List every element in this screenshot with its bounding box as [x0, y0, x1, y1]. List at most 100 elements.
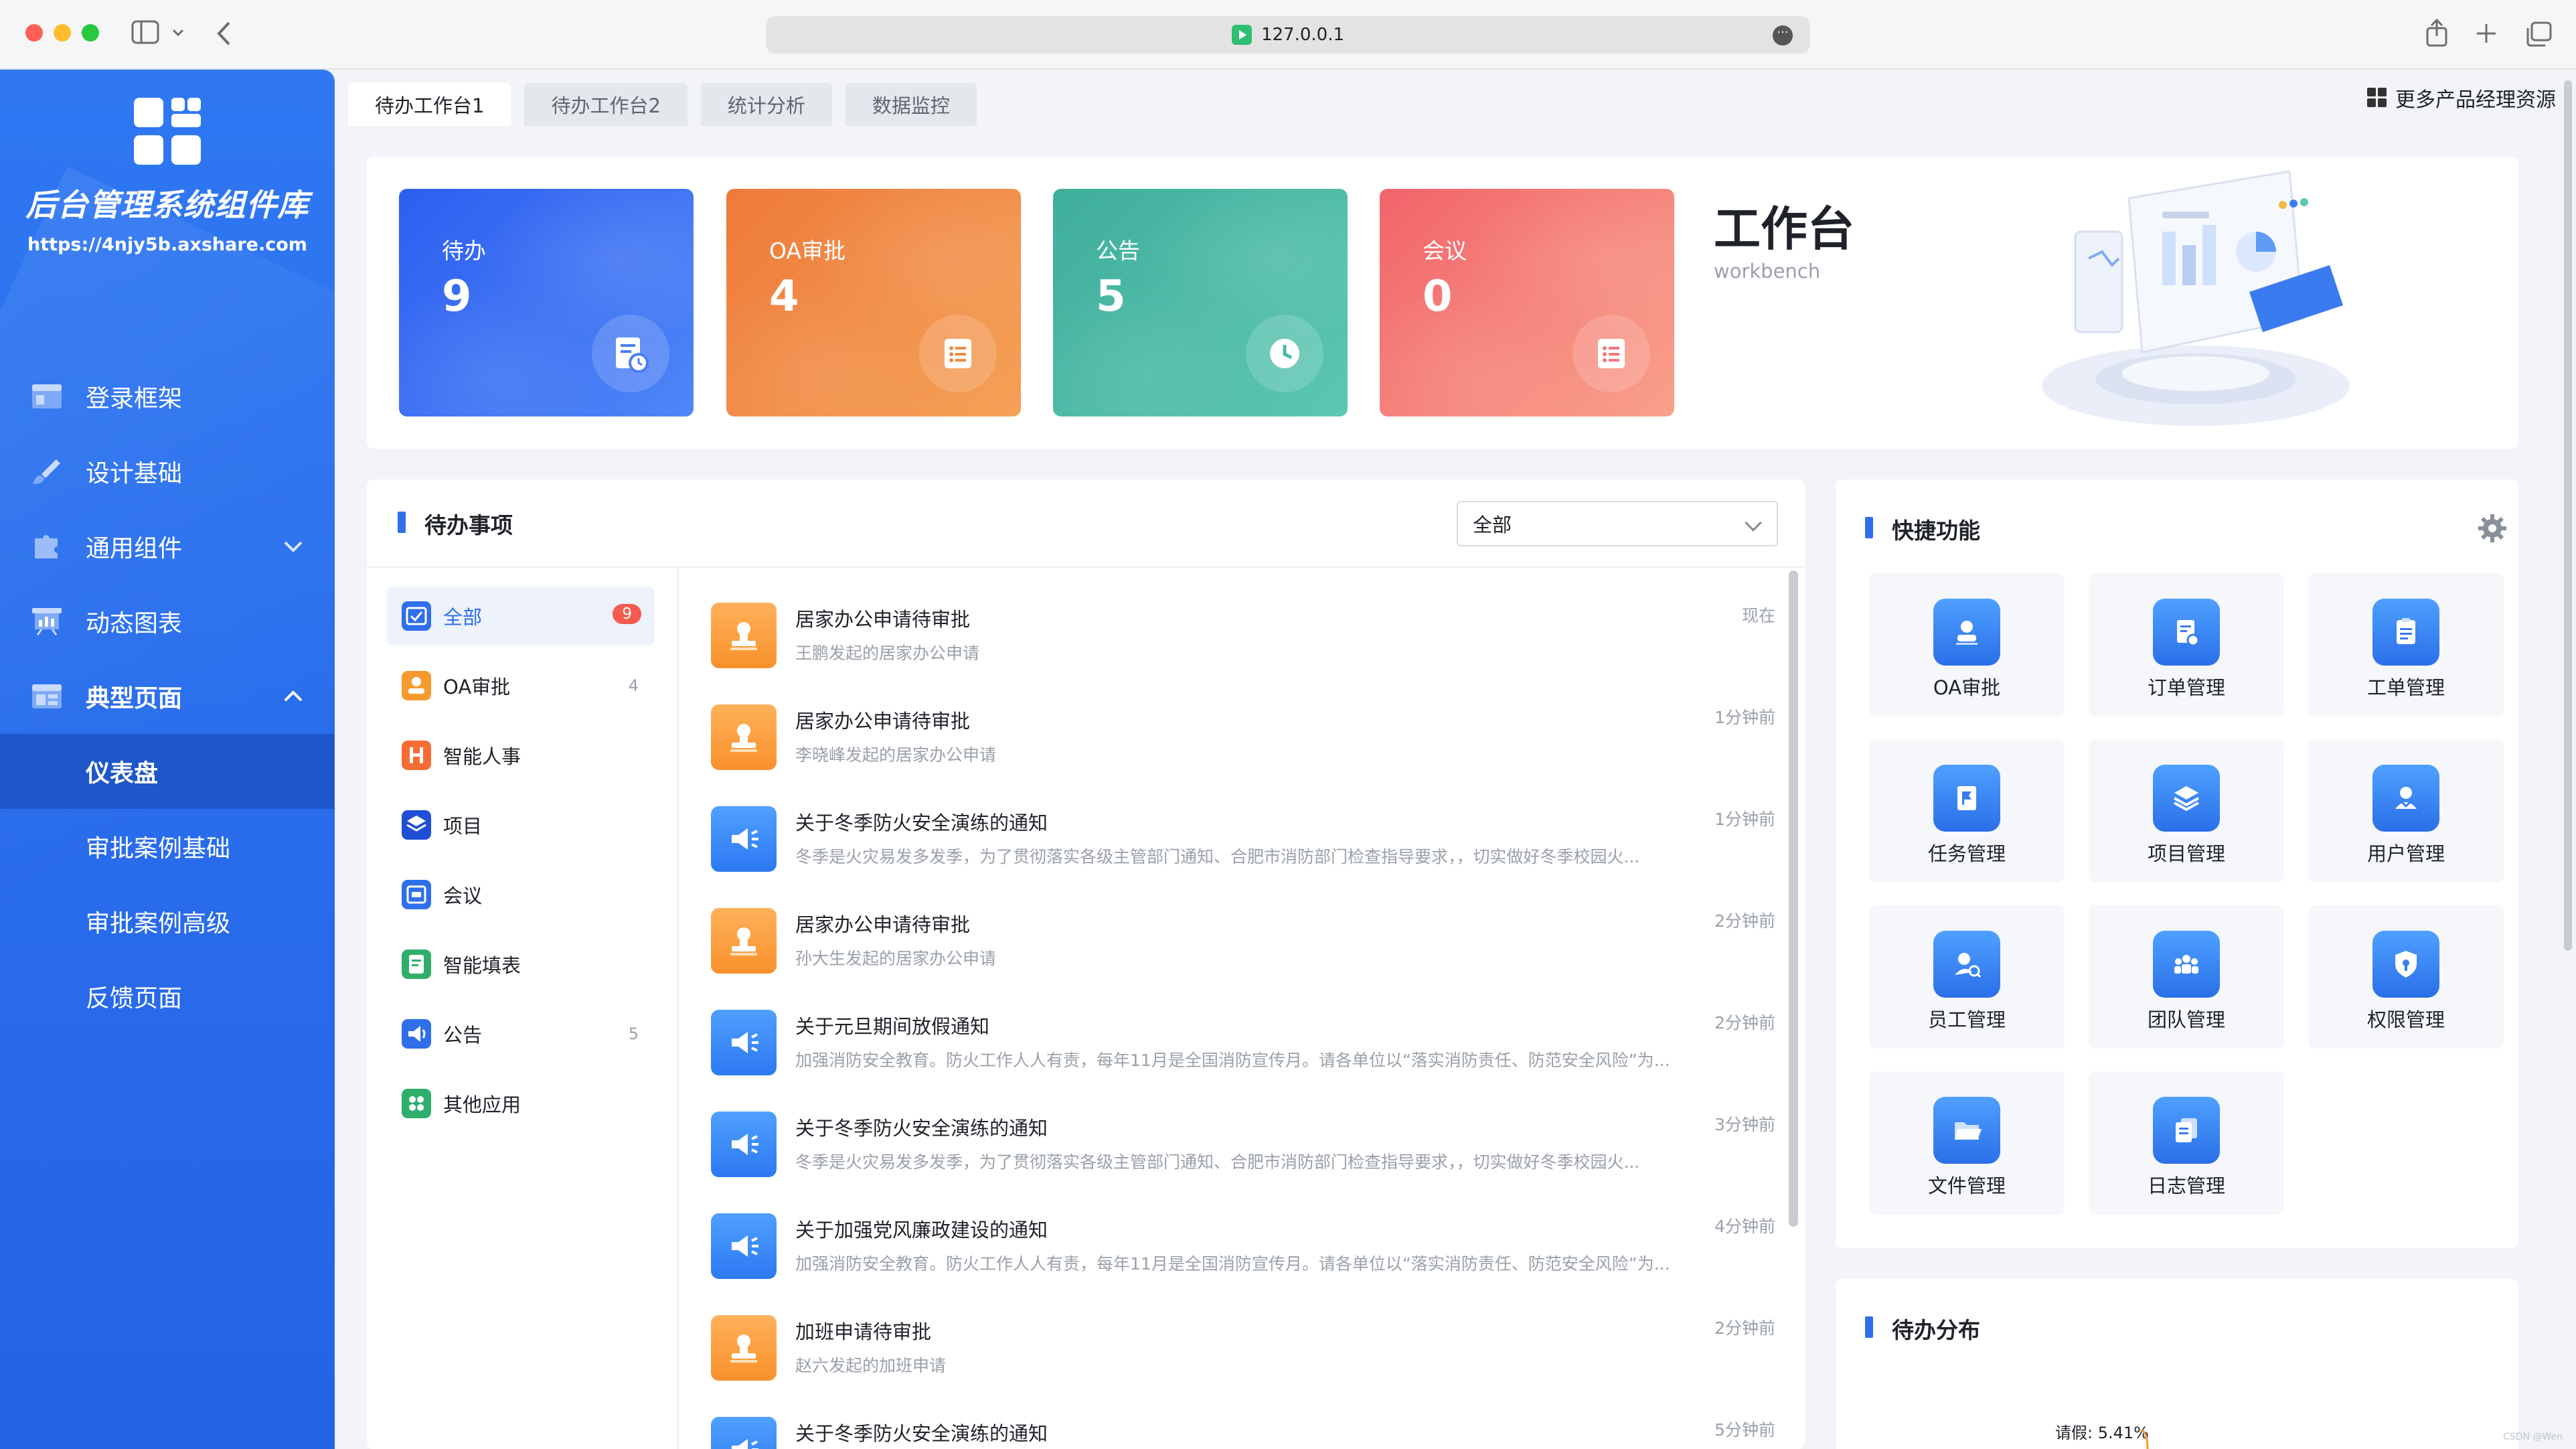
- document-clock-icon: [616, 337, 649, 373]
- todo-title: 待办事项: [398, 508, 513, 540]
- category-smart-form[interactable]: 智能填表: [387, 935, 655, 994]
- brush-icon: [32, 459, 60, 484]
- sidebar-item-common-components[interactable]: 通用组件: [0, 509, 335, 584]
- app-title: 后台管理系统组件库: [25, 187, 309, 223]
- apps-grid-icon: [2367, 88, 2387, 108]
- todo-item-time: 现在: [1741, 606, 1775, 625]
- category-oa-approval[interactable]: OA审批 4: [387, 656, 655, 715]
- chevron-down-icon[interactable]: [283, 536, 304, 557]
- category-label: 智能人事: [443, 745, 521, 768]
- category-smart-hr[interactable]: 智能人事: [387, 726, 655, 785]
- maximize-window-button[interactable]: [82, 24, 99, 42]
- category-other-apps[interactable]: 其他应用: [387, 1074, 655, 1133]
- category-meeting[interactable]: 会议: [387, 865, 655, 924]
- quick-user-management[interactable]: 用户管理: [2308, 739, 2504, 883]
- address-bar[interactable]: 127.0.0.1 ···: [766, 16, 1810, 54]
- quick-order-management[interactable]: 订单管理: [2089, 573, 2284, 716]
- megaphone-icon: [711, 1213, 777, 1279]
- more-resources-label: 更多产品经理资源: [2395, 88, 2556, 112]
- quick-task-management[interactable]: 任务管理: [1869, 739, 2065, 883]
- todo-item[interactable]: 居家办公申请待审批 王鹏发起的居家办公申请 现在: [711, 589, 1775, 691]
- sidebar-item-dynamic-charts[interactable]: 动态图表: [0, 584, 335, 659]
- quick-team-management[interactable]: 团队管理: [2089, 905, 2284, 1049]
- new-tab-icon[interactable]: [2474, 21, 2498, 46]
- sidebar: 后台管理系统组件库 https://4njy5b.axshare.com 登录框…: [0, 70, 335, 1449]
- stat-card-todo[interactable]: 待办 9: [399, 189, 694, 416]
- chevron-up-icon[interactable]: [283, 686, 304, 707]
- todo-item-description: 李晓峰发起的居家办公申请: [795, 745, 997, 765]
- sidebar-item-label: 动态图表: [86, 610, 183, 637]
- sidebar-item-design-basics[interactable]: 设计基础: [0, 434, 335, 509]
- category-label: 全部: [443, 606, 483, 629]
- tab-statistics[interactable]: 统计分析: [700, 83, 832, 126]
- sidebar-item-label: 仪表盘: [86, 760, 159, 787]
- sidebar-toggle-icon[interactable]: [131, 20, 159, 44]
- todo-item[interactable]: 居家办公申请待审批 李晓峰发起的居家办公申请 1分钟前: [711, 691, 1775, 793]
- tab-workbench-1[interactable]: 待办工作台1: [348, 83, 511, 126]
- todo-item[interactable]: 关于冬季防火安全演练的通知 冬季是火灾易发多发季，为了贯彻落实各级主管部门通知、合…: [711, 1098, 1775, 1200]
- page-scrollbar[interactable]: [2564, 80, 2572, 951]
- close-window-button[interactable]: [25, 24, 43, 42]
- todo-list-scrollbar[interactable]: [1789, 570, 1798, 1227]
- sidebar-item-login-frame[interactable]: 登录框架: [0, 359, 335, 434]
- todo-item-title: 居家办公申请待审批: [795, 608, 971, 631]
- todo-item-description: 加强消防安全教育。防火工作人人有责，每年11月是全国消防宣传月。请各单位以“落实…: [795, 1254, 1670, 1274]
- quick-log-management[interactable]: 日志管理: [2089, 1071, 2284, 1215]
- stat-card-announcement[interactable]: 公告 5: [1053, 189, 1348, 416]
- quick-file-management[interactable]: 文件管理: [1869, 1071, 2065, 1215]
- todo-item[interactable]: 关于冬季防火安全演练的通知 5分钟前: [711, 1403, 1775, 1449]
- layout-icon: [32, 684, 62, 708]
- url-text: 127.0.0.1: [1261, 25, 1345, 45]
- category-count: 9: [613, 604, 641, 624]
- sidebar-subitem-dashboard[interactable]: 仪表盘: [0, 734, 335, 809]
- todo-item[interactable]: 关于元旦期间放假通知加强消防安全教育。防火工作人人有责，每年11月是全国消防宣传…: [711, 996, 1775, 1098]
- quick-permission-management[interactable]: 权限管理: [2308, 905, 2504, 1049]
- layers-icon: [2153, 765, 2220, 832]
- gear-icon[interactable]: [2477, 513, 2508, 544]
- category-label: 项目: [443, 815, 483, 838]
- quick-function-label: 用户管理: [2366, 842, 2445, 865]
- stat-label: 会议: [1423, 238, 1467, 264]
- more-resources-link[interactable]: 更多产品经理资源: [2367, 84, 2556, 112]
- todo-item[interactable]: 关于加强党风廉政建设的通知 加强消防安全教育。防火工作人人有责，每年11月是全国消…: [711, 1200, 1775, 1302]
- workbench-title: 工作台: [1714, 202, 1854, 256]
- todo-item-description: 加强消防安全教育。防火工作人人有责，每年11月是全国消防宣传月。请各单位以“落实…: [795, 1051, 1670, 1070]
- more-options-icon[interactable]: ···: [1773, 25, 1793, 46]
- minimize-window-button[interactable]: [54, 24, 71, 42]
- sidebar-item-typical-pages[interactable]: 典型页面: [0, 659, 335, 734]
- back-arrow-icon[interactable]: [216, 20, 232, 47]
- todo-item[interactable]: 关于冬季防火安全演练的通知 冬季是火灾易发多发季，为了贯彻落实各级主管部门通知、合…: [711, 793, 1775, 895]
- stat-card-meeting[interactable]: 会议 0: [1380, 189, 1674, 416]
- quick-project-management[interactable]: 项目管理: [2089, 739, 2284, 883]
- tab-workbench-2[interactable]: 待办工作台2: [524, 83, 688, 126]
- category-label: 会议: [443, 885, 483, 907]
- quick-staff-management[interactable]: 员工管理: [1869, 905, 2065, 1049]
- sidebar-item-label: 登录框架: [86, 385, 183, 412]
- quick-ticket-management[interactable]: 工单管理: [2308, 573, 2504, 716]
- todo-item[interactable]: 加班申请待审批 赵六发起的加班申请 2分钟前: [711, 1302, 1775, 1403]
- sidebar-item-label: 审批案例高级: [86, 910, 231, 937]
- share-icon[interactable]: [2425, 17, 2449, 48]
- pie-leader-line: [2140, 1429, 2149, 1449]
- sidebar-subitem-approval-advanced[interactable]: 审批案例高级: [0, 884, 335, 959]
- tab-overview-icon[interactable]: [2525, 21, 2552, 47]
- todo-filter-select[interactable]: 全部: [1457, 501, 1778, 546]
- stat-card-oa-approval[interactable]: OA审批 4: [726, 189, 1021, 416]
- chevron-down-icon[interactable]: [171, 28, 185, 37]
- sidebar-item-label: 通用组件: [86, 535, 183, 562]
- todo-item-description: 王鹏发起的居家办公申请: [795, 643, 980, 663]
- sidebar-subitem-feedback[interactable]: 反馈页面: [0, 959, 335, 1034]
- sidebar-item-label: 设计基础: [86, 460, 183, 487]
- sidebar-subitem-approval-basic[interactable]: 审批案例基础: [0, 809, 335, 884]
- category-project[interactable]: 项目: [387, 795, 655, 854]
- layers-icon: [402, 810, 431, 840]
- quick-oa-approval[interactable]: OA审批: [1869, 573, 2065, 716]
- flag-icon: [1933, 765, 2000, 832]
- person-icon: [1933, 599, 2000, 666]
- category-announcement[interactable]: 公告 5: [387, 1004, 655, 1063]
- quick-function-label: 员工管理: [1927, 1008, 2006, 1031]
- todo-item[interactable]: 居家办公申请待审批 孙大生发起的居家办公申请 2分钟前: [711, 895, 1775, 996]
- tab-monitoring[interactable]: 数据监控: [845, 83, 977, 126]
- todo-item-title: 关于元旦期间放假通知: [795, 1015, 990, 1038]
- category-all[interactable]: 全部 9: [387, 587, 655, 645]
